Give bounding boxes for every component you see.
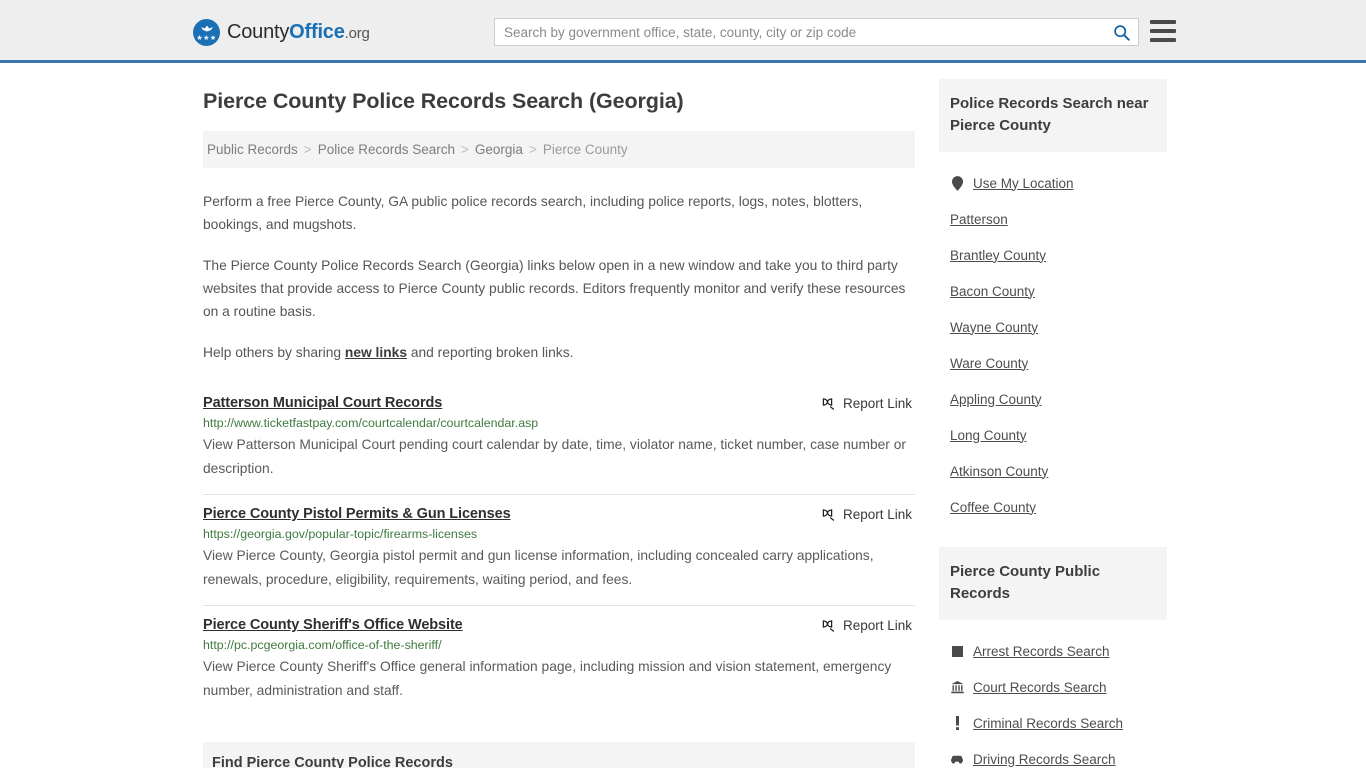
breadcrumb-separator-2: > xyxy=(461,142,469,157)
sidebar-item-patterson[interactable]: Patterson xyxy=(939,201,1167,237)
brand-name-county: County xyxy=(227,21,290,43)
broken-link-icon xyxy=(822,398,835,410)
sidebar-item-label[interactable]: Use My Location xyxy=(973,176,1074,191)
main-column: Pierce County Police Records Search (Geo… xyxy=(203,63,915,768)
sidebar-public-records-list: Arrest Records Search Court Records Sear… xyxy=(939,633,1167,768)
sidebar-item-label[interactable]: Bacon County xyxy=(950,284,1035,299)
sidebar-item-long-county[interactable]: Long County xyxy=(939,417,1167,453)
sidebar-item-label[interactable]: Arrest Records Search xyxy=(973,644,1110,659)
report-link-button[interactable]: Report Link xyxy=(820,507,915,522)
menu-bar-2 xyxy=(1150,29,1176,33)
result-url[interactable]: https://georgia.gov/popular-topic/firear… xyxy=(203,527,915,541)
sidebar-nearby-list: Use My Location Patterson Brantley Count… xyxy=(939,165,1167,525)
brand-name-office: Office xyxy=(289,21,345,43)
sidebar-item-label[interactable]: Atkinson County xyxy=(950,464,1048,479)
help-text-before: Help others by sharing xyxy=(203,345,345,360)
sidebar-item-label[interactable]: Patterson xyxy=(950,212,1008,227)
sidebar-item-label[interactable]: Long County xyxy=(950,428,1027,443)
result-description: View Pierce County Sheriff's Office gene… xyxy=(203,659,892,698)
sidebar-item-wayne-county[interactable]: Wayne County xyxy=(939,309,1167,345)
result-item: Pierce County Sheriff's Office Website R… xyxy=(203,605,915,716)
result-url[interactable]: http://pc.pcgeorgia.com/office-of-the-sh… xyxy=(203,638,915,652)
map-pin-icon xyxy=(950,175,964,191)
sidebar-item-label[interactable]: Driving Records Search xyxy=(973,752,1116,767)
sidebar-item-appling-county[interactable]: Appling County xyxy=(939,381,1167,417)
sidebar-public-records-heading: Pierce County Public Records xyxy=(939,547,1167,620)
eagle-glyph-icon xyxy=(200,26,213,32)
sidebar-item-driving-records-search[interactable]: Driving Records Search xyxy=(939,741,1167,768)
page-container: Pierce County Police Records Search (Geo… xyxy=(0,63,1366,768)
site-logo[interactable]: ★★★ CountyOffice.org xyxy=(193,19,370,46)
site-header: ★★★ CountyOffice.org xyxy=(0,0,1366,63)
search-button[interactable] xyxy=(1104,19,1138,45)
sidebar-item-criminal-records-search[interactable]: Criminal Records Search xyxy=(939,705,1167,741)
result-title-link[interactable]: Pierce County Sheriff's Office Website xyxy=(203,617,463,633)
page-title: Pierce County Police Records Search (Geo… xyxy=(203,89,684,113)
result-item: Pierce County Pistol Permits & Gun Licen… xyxy=(203,494,915,605)
report-link-label: Report Link xyxy=(842,618,912,633)
result-title-link[interactable]: Patterson Municipal Court Records xyxy=(203,395,442,411)
sidebar-nearby-heading: Police Records Search near Pierce County xyxy=(939,79,1167,152)
search-bar[interactable] xyxy=(494,18,1139,46)
search-input[interactable] xyxy=(495,19,1104,45)
sidebar-item-label[interactable]: Brantley County xyxy=(950,248,1046,263)
menu-bar-1 xyxy=(1150,20,1176,24)
square-icon xyxy=(950,645,964,657)
sidebar-public-records-block: Pierce County Public Records Arrest Reco… xyxy=(939,547,1167,768)
result-title-link[interactable]: Pierce County Pistol Permits & Gun Licen… xyxy=(203,506,511,522)
sidebar-item-brantley-county[interactable]: Brantley County xyxy=(939,237,1167,273)
new-links-link[interactable]: new links xyxy=(345,345,407,360)
broken-link-icon xyxy=(822,620,835,632)
sidebar: Police Records Search near Pierce County… xyxy=(939,63,1167,768)
find-records-heading: Find Pierce County Police Records xyxy=(203,742,915,768)
breadcrumb-separator-1: > xyxy=(303,142,312,157)
sidebar-item-bacon-county[interactable]: Bacon County xyxy=(939,273,1167,309)
car-icon xyxy=(950,754,964,764)
breadcrumb-item-pierce-county: Pierce County xyxy=(542,142,628,157)
sidebar-item-use-my-location[interactable]: Use My Location xyxy=(939,165,1167,201)
help-paragraph: Help others by sharing new links and rep… xyxy=(203,341,915,364)
sidebar-item-label[interactable]: Criminal Records Search xyxy=(973,716,1123,731)
report-link-label: Report Link xyxy=(842,507,912,522)
intro-paragraph-2: The Pierce County Police Records Search … xyxy=(203,258,906,319)
result-description: View Patterson Municipal Court pending c… xyxy=(203,437,906,476)
sidebar-item-label[interactable]: Wayne County xyxy=(950,320,1038,335)
brand-name-tld: .org xyxy=(344,25,370,42)
report-link-button[interactable]: Report Link xyxy=(820,618,915,633)
sidebar-item-coffee-county[interactable]: Coffee County xyxy=(939,489,1167,525)
breadcrumb-item-public-records[interactable]: Public Records xyxy=(207,142,298,157)
sidebar-item-court-records-search[interactable]: Court Records Search xyxy=(939,669,1167,705)
sidebar-item-label[interactable]: Ware County xyxy=(950,356,1028,371)
broken-link-icon xyxy=(822,509,835,521)
brand-text: CountyOffice.org xyxy=(227,21,370,44)
sidebar-item-atkinson-county[interactable]: Atkinson County xyxy=(939,453,1167,489)
hamburger-menu-button[interactable] xyxy=(1150,20,1176,42)
eagle-seal-icon: ★★★ xyxy=(193,19,220,46)
breadcrumb-item-georgia[interactable]: Georgia xyxy=(475,142,523,157)
menu-bar-3 xyxy=(1150,38,1176,42)
breadcrumb-item-police-records-search[interactable]: Police Records Search xyxy=(318,142,455,157)
result-description: View Pierce County, Georgia pistol permi… xyxy=(203,548,874,587)
search-icon xyxy=(1113,24,1130,41)
help-text-after: and reporting broken links. xyxy=(407,345,574,360)
sidebar-item-ware-county[interactable]: Ware County xyxy=(939,345,1167,381)
sidebar-item-arrest-records-search[interactable]: Arrest Records Search xyxy=(939,633,1167,669)
sidebar-item-label[interactable]: Court Records Search xyxy=(973,680,1107,695)
result-url[interactable]: http://www.ticketfastpay.com/courtcalend… xyxy=(203,416,915,430)
breadcrumb-separator-3: > xyxy=(528,142,537,157)
breadcrumb: Public Records > Police Records Search > Geo… xyxy=(203,131,915,168)
sidebar-item-label[interactable]: Coffee County xyxy=(950,500,1036,515)
report-link-label: Report Link xyxy=(842,396,912,411)
sidebar-item-label[interactable]: Appling County xyxy=(950,392,1042,407)
result-item: Patterson Municipal Court Records Report xyxy=(203,386,915,494)
courthouse-icon xyxy=(950,680,964,694)
results-list: Patterson Municipal Court Records Report xyxy=(203,386,915,716)
report-link-button[interactable]: Report Link xyxy=(820,396,915,411)
intro-paragraph-1: Perform a free Pierce County, GA public … xyxy=(203,194,863,232)
stars-glyph: ★★★ xyxy=(196,35,217,42)
exclamation-icon xyxy=(950,716,964,730)
